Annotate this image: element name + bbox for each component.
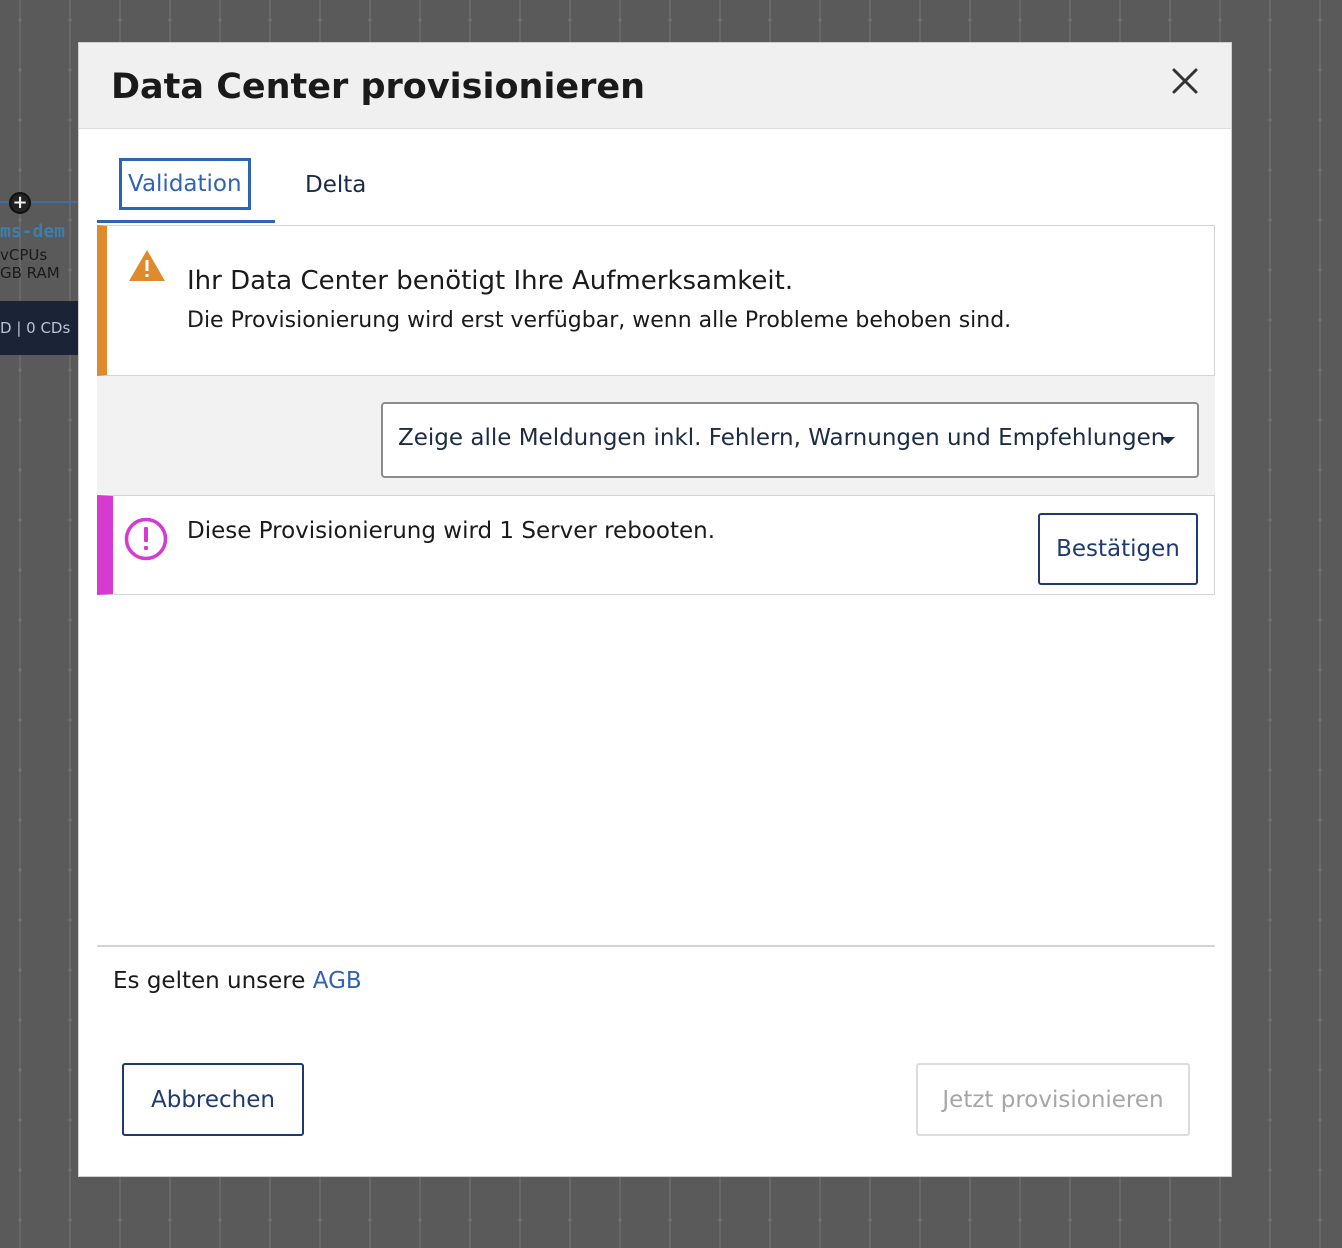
cancel-button[interactable]: Abbrechen — [122, 1063, 304, 1136]
add-icon: + — [9, 192, 31, 214]
provision-dialog: Data Center provisionieren Validation De… — [78, 42, 1232, 1177]
tab-delta-label: Delta — [305, 172, 367, 198]
provision-button[interactable]: Jetzt provisionieren — [916, 1063, 1190, 1136]
filter-area: Zeige alle Meldungen inkl. Fehlern, Warn… — [97, 376, 1215, 495]
tab-validation-label: Validation — [119, 158, 251, 210]
warning-triangle-icon — [127, 248, 167, 284]
reboot-notice: Diese Provisionierung wird 1 Server rebo… — [97, 495, 1215, 595]
footer-divider — [97, 945, 1215, 947]
terms-prefix: Es gelten unsere — [113, 968, 306, 994]
exclamation-circle-icon — [123, 516, 169, 562]
dialog-title: Data Center provisionieren — [111, 67, 646, 107]
background-node: + ms-dem vCPUs GB RAM D | 0 CDs — [0, 185, 80, 365]
terms-text: Es gelten unsere AGB — [113, 968, 362, 994]
background-node-cpus: vCPUs — [0, 246, 48, 264]
warning-title: Ihr Data Center benötigt Ihre Aufmerksam… — [187, 266, 794, 296]
tab-validation[interactable]: Validation — [97, 155, 275, 223]
reboot-notice-text: Diese Provisionierung wird 1 Server rebo… — [187, 518, 716, 544]
chevron-down-icon — [1161, 437, 1175, 444]
message-filter-value: Zeige alle Meldungen inkl. Fehlern, Warn… — [398, 425, 1166, 451]
background-node-name: ms-dem — [0, 221, 66, 242]
background-node-ram: GB RAM — [0, 264, 60, 282]
confirm-button[interactable]: Bestätigen — [1038, 513, 1198, 585]
warning-subtitle: Die Provisionierung wird erst verfügbar,… — [187, 308, 1012, 333]
warning-alert: Ihr Data Center benötigt Ihre Aufmerksam… — [97, 225, 1215, 376]
terms-link[interactable]: AGB — [313, 968, 362, 994]
dialog-header: Data Center provisionieren — [79, 43, 1231, 129]
tab-bar: Validation Delta — [97, 155, 1197, 225]
tab-delta[interactable]: Delta — [287, 155, 407, 223]
background-node-storage: D | 0 CDs — [0, 301, 80, 355]
message-filter-dropdown[interactable]: Zeige alle Meldungen inkl. Fehlern, Warn… — [381, 402, 1199, 478]
close-icon[interactable] — [1169, 65, 1201, 97]
